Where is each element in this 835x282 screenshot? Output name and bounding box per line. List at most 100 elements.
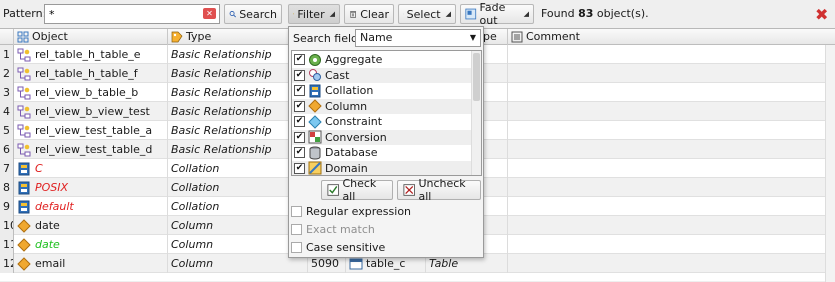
filter-item-database[interactable]: ✔ Database — [292, 145, 472, 161]
type-cell: Collation — [168, 178, 308, 197]
object-cell: default — [14, 197, 168, 216]
comment-cell — [508, 197, 825, 216]
row-number: 9 — [0, 197, 14, 216]
pattern-label: Pattern: — [3, 7, 47, 20]
comment-cell — [508, 83, 825, 102]
search-button[interactable]: Search — [224, 4, 282, 24]
filter-item-cast[interactable]: ✔ Cast — [292, 67, 472, 83]
filter-item-collation[interactable]: ✔ Collation — [292, 83, 472, 99]
header-object[interactable]: Object — [14, 29, 168, 45]
filter-icon — [293, 13, 295, 15]
list-scrollbar[interactable] — [471, 51, 481, 175]
row-number: 12 — [0, 254, 14, 273]
object-name: rel_view_test_table_a — [35, 124, 153, 137]
object-cell: date — [14, 216, 168, 235]
object-name: default — [35, 200, 74, 213]
filter-item-aggregate[interactable]: ✔ Aggregate — [292, 52, 472, 68]
uncheck-all-icon — [403, 184, 416, 196]
header-rownum — [0, 29, 14, 45]
filter-item-column[interactable]: ✔ Column — [292, 98, 472, 114]
relationship-icon — [17, 124, 31, 138]
type-cell: Basic Relationship — [168, 64, 308, 83]
search-label: Search — [239, 7, 277, 21]
select-dropdown-icon: ◢ — [445, 10, 451, 18]
clear-button[interactable]: Clear — [344, 4, 394, 24]
header-comment[interactable]: Comment — [508, 29, 835, 45]
comment-cell — [508, 159, 825, 178]
filter-item-checkbox[interactable]: ✔ — [294, 54, 305, 66]
type-cell: Basic Relationship — [168, 45, 308, 64]
found-count: 83 — [578, 7, 594, 20]
column-icon — [17, 256, 31, 271]
table-icon — [349, 257, 363, 271]
comment-cell — [508, 235, 825, 254]
chevron-down-icon: ▼ — [469, 33, 476, 42]
regex-option[interactable]: Regular expression — [291, 205, 411, 218]
collation-icon — [17, 181, 31, 195]
scrollbar-thumb[interactable] — [473, 53, 480, 101]
filter-item-label: Cast — [325, 68, 350, 82]
filter-item-checkbox[interactable]: ✔ — [294, 131, 305, 143]
header-object-label: Object — [32, 30, 68, 43]
row-number: 8 — [0, 178, 14, 197]
clear-pattern-icon[interactable]: ✕ — [203, 8, 216, 19]
fadeout-label: Fade out — [479, 1, 506, 27]
filter-popup: Search field: Name ▼ ✔ Aggregate ✔ Cast ✔ Col… — [288, 26, 484, 258]
object-name: rel_view_b_table_b — [35, 86, 139, 99]
filter-item-checkbox[interactable]: ✔ — [294, 147, 305, 159]
check-all-icon — [327, 184, 339, 196]
row-number: 6 — [0, 140, 14, 159]
check-all-label: Check all — [342, 177, 377, 203]
object-name: email — [35, 257, 66, 270]
row-number: 1 — [0, 45, 14, 64]
conversion-icon — [308, 130, 322, 144]
comment-cell — [508, 178, 825, 197]
filter-button[interactable]: Filter ◢ — [288, 4, 340, 24]
filter-item-label: Aggregate — [325, 53, 383, 67]
exact-match-label: Exact match — [306, 223, 375, 236]
filter-item-conversion[interactable]: ✔ Conversion — [292, 129, 472, 145]
filter-item-checkbox[interactable]: ✔ — [294, 162, 305, 174]
filter-item-constraint[interactable]: ✔ Constraint — [292, 114, 472, 130]
select-button[interactable]: Select ◢ — [398, 4, 456, 24]
object-cell: POSIX — [14, 178, 168, 197]
fadeout-button[interactable]: Fade out ◢ — [460, 1, 534, 27]
filter-item-checkbox[interactable]: ✔ — [294, 69, 305, 81]
type-cell: Collation — [168, 159, 308, 178]
filter-dropdown-icon: ◢ — [329, 10, 335, 18]
header-type[interactable]: Type — [168, 29, 308, 45]
column-icon — [17, 218, 31, 233]
type-cell: Basic Relationship — [168, 102, 308, 121]
close-icon[interactable]: ✖ — [815, 5, 828, 24]
row-number: 10 — [0, 216, 14, 235]
filter-item-domain[interactable]: ✔ Domain — [292, 160, 472, 175]
table-scrollbar[interactable] — [825, 45, 835, 282]
filter-item-label: Constraint — [325, 115, 383, 129]
search-field-select[interactable]: Name ▼ — [355, 29, 481, 47]
regex-checkbox[interactable] — [291, 206, 302, 217]
row-number: 7 — [0, 159, 14, 178]
comment-cell — [508, 216, 825, 235]
regex-label: Regular expression — [306, 205, 412, 218]
object-cell: C — [14, 159, 168, 178]
comment-cell — [508, 140, 825, 159]
object-name: C — [35, 162, 43, 175]
case-sensitive-checkbox[interactable] — [291, 242, 302, 253]
relationship-icon — [17, 105, 31, 119]
select-icon — [403, 13, 404, 15]
object-cell: rel_view_b_view_test — [14, 102, 168, 121]
filter-item-checkbox[interactable]: ✔ — [294, 116, 305, 128]
collation-icon — [17, 162, 31, 176]
found-prefix: Found — [541, 7, 575, 20]
object-header-icon — [17, 31, 29, 43]
relationship-icon — [17, 86, 31, 100]
collation-icon — [308, 84, 322, 98]
check-all-button[interactable]: Check all — [321, 177, 393, 203]
uncheck-all-button[interactable]: Uncheck all — [397, 177, 481, 203]
pattern-input[interactable] — [44, 4, 220, 24]
comment-cell — [508, 254, 825, 273]
case-sensitive-option[interactable]: Case sensitive — [291, 241, 385, 254]
filter-item-checkbox[interactable]: ✔ — [294, 100, 305, 112]
filter-item-checkbox[interactable]: ✔ — [294, 85, 305, 97]
type-cell: Collation — [168, 197, 308, 216]
